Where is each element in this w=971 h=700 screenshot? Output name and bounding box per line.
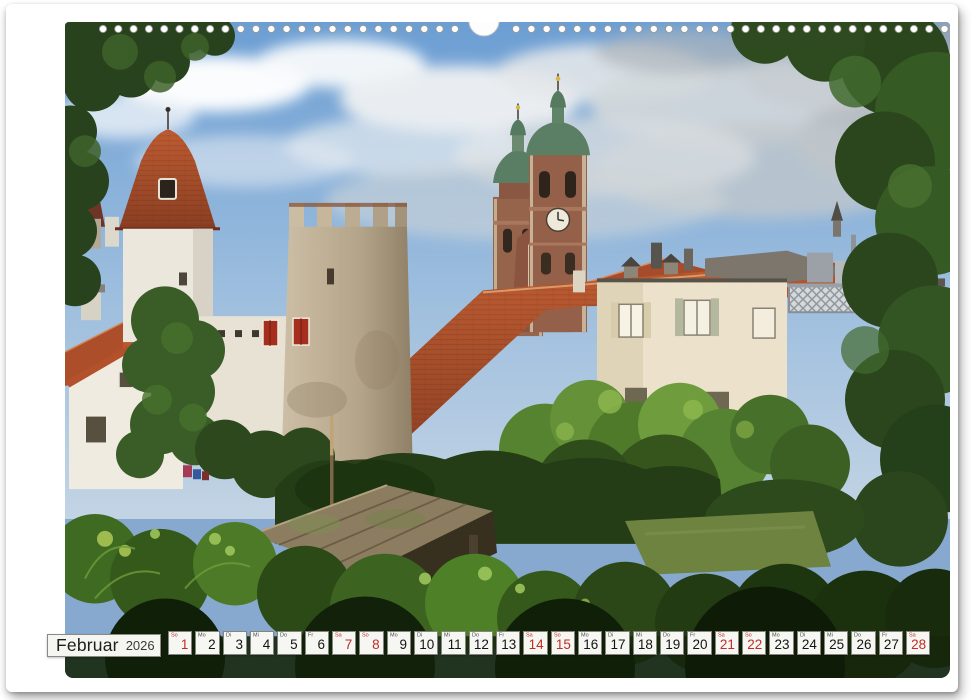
day-cell-25: Mi25 <box>824 631 848 655</box>
day-cell-22: So22 <box>742 631 766 655</box>
photo <box>65 22 950 678</box>
day-number: 21 <box>720 637 735 652</box>
day-number: 6 <box>317 637 325 652</box>
weekday-label: So <box>362 632 369 638</box>
day-cell-23: Mo23 <box>769 631 793 655</box>
day-number: 20 <box>693 637 708 652</box>
day-cell-8: So8 <box>359 631 383 655</box>
day-cell-12: Do12 <box>469 631 493 655</box>
day-number: 28 <box>911 637 926 652</box>
weekday-label: So <box>171 632 178 638</box>
day-cell-3: Di 3 <box>223 631 247 655</box>
day-number: 23 <box>775 637 790 652</box>
day-cell-15: So15 <box>551 631 575 655</box>
month-name: Februar <box>56 635 119 656</box>
day-cell-7: Sa7 <box>332 631 356 655</box>
day-number: 27 <box>884 637 899 652</box>
day-number: 24 <box>802 637 817 652</box>
day-cell-6: Fr 6 <box>305 631 329 655</box>
month-label-box: Februar 2026 <box>47 634 161 657</box>
day-cell-10: Di10 <box>414 631 438 655</box>
day-cell-2: Mo2 <box>195 631 219 655</box>
day-number: 5 <box>290 637 298 652</box>
day-cell-4: Mi 4 <box>250 631 274 655</box>
day-number: 14 <box>529 637 544 652</box>
day-cell-16: Mo16 <box>578 631 602 655</box>
town-scene <box>65 22 950 678</box>
day-number: 2 <box>208 637 216 652</box>
day-number: 16 <box>583 637 598 652</box>
day-cell-9: Mo9 <box>387 631 411 655</box>
day-number: 15 <box>556 637 571 652</box>
day-number: 18 <box>638 637 653 652</box>
day-number: 1 <box>181 637 189 652</box>
day-cell-13: Fr13 <box>496 631 520 655</box>
weekday-label: Di <box>226 632 231 638</box>
day-cell-11: Mi11 <box>441 631 465 655</box>
day-number: 7 <box>345 637 353 652</box>
day-number: 10 <box>419 637 434 652</box>
day-cell-27: Fr27 <box>879 631 903 655</box>
day-number: 26 <box>857 637 872 652</box>
weekday-label: Mo <box>198 632 206 638</box>
day-number: 19 <box>665 637 680 652</box>
day-cell-21: Sa21 <box>715 631 739 655</box>
day-cell-19: Do19 <box>660 631 684 655</box>
day-number: 3 <box>235 637 243 652</box>
day-number: 13 <box>501 637 516 652</box>
day-number: 8 <box>372 637 380 652</box>
day-number: 25 <box>829 637 844 652</box>
day-number: 22 <box>747 637 762 652</box>
day-cell-14: Sa14 <box>523 631 547 655</box>
day-number: 4 <box>263 637 271 652</box>
weekday-label: Mo <box>390 632 398 638</box>
weekday-label: Mi <box>253 632 259 638</box>
weekday-label: Sa <box>335 632 342 638</box>
day-cell-26: Do26 <box>851 631 875 655</box>
day-number: 12 <box>474 637 489 652</box>
day-number: 17 <box>611 637 626 652</box>
day-strip: So1Mo2Di3Mi4Do5Fr6Sa7So8Mo9Di10Mi11Do12F… <box>168 631 930 655</box>
weekday-label: Do <box>280 632 287 638</box>
day-cell-17: Di17 <box>605 631 629 655</box>
day-cell-24: Di24 <box>797 631 821 655</box>
year-label: 2026 <box>126 638 155 653</box>
day-cell-18: Mi18 <box>633 631 657 655</box>
weekday-label: Fr <box>308 632 313 638</box>
day-cell-5: Do5 <box>277 631 301 655</box>
day-number: 11 <box>448 637 462 652</box>
day-number: 9 <box>399 637 407 652</box>
day-cell-28: Sa28 <box>906 631 930 655</box>
day-cell-20: Fr20 <box>687 631 711 655</box>
calendar-page: Februar 2026 So1Mo2Di3Mi4Do5Fr6Sa7So8Mo9… <box>6 4 958 692</box>
day-cell-1: So1 <box>168 631 192 655</box>
